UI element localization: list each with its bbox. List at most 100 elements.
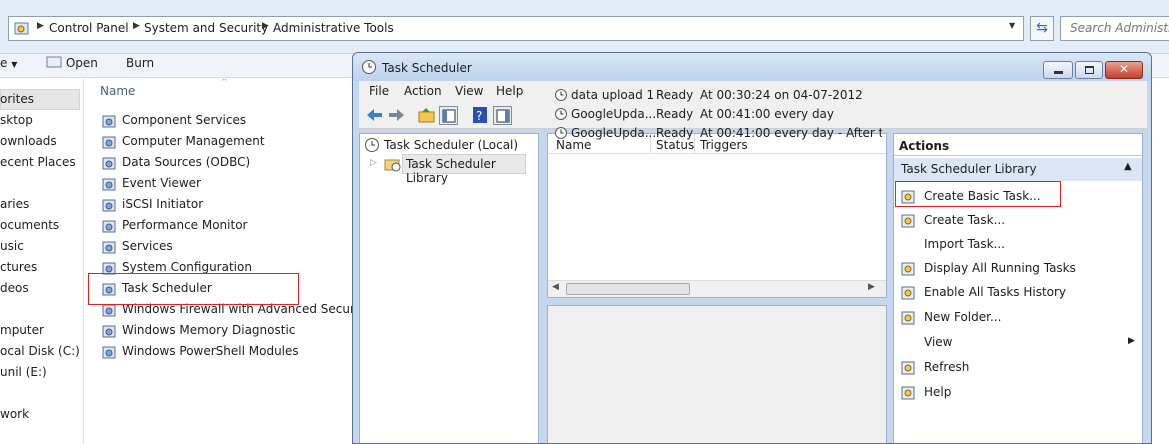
forward-arrow-icon[interactable] bbox=[387, 106, 406, 125]
address-dropdown-icon[interactable]: ▼ bbox=[1009, 21, 1015, 30]
folder-icon bbox=[901, 311, 915, 325]
help-toolbar-icon[interactable]: ? bbox=[471, 106, 490, 125]
task-trigger: At 00:30:24 on 04-07-2012 bbox=[700, 88, 863, 102]
window-title: Task Scheduler bbox=[382, 61, 472, 75]
task-status: Ready bbox=[656, 107, 694, 121]
scroll-left-icon[interactable]: ◀ bbox=[552, 282, 559, 292]
nav-item-desktop[interactable]: sktop bbox=[0, 113, 33, 127]
nav-item-drive-e[interactable]: unil (E:) bbox=[0, 365, 47, 379]
task-row[interactable]: GoogleUpda... Ready At 00:41:00 every day … bbox=[548, 124, 886, 143]
highlight-box-create-basic-task bbox=[895, 181, 1061, 207]
nav-item-downloads[interactable]: ownloads bbox=[0, 134, 57, 148]
svg-text:?: ? bbox=[476, 109, 482, 123]
tree-root-task-scheduler-local[interactable]: Task Scheduler (Local) bbox=[384, 138, 518, 152]
refresh-button[interactable]: ⇆ bbox=[1030, 16, 1054, 41]
nav-item-favorites[interactable]: orites bbox=[0, 92, 34, 106]
scroll-right-icon[interactable]: ▶ bbox=[868, 282, 875, 292]
nav-item-network[interactable]: work bbox=[0, 407, 29, 421]
firewall-icon bbox=[102, 304, 116, 317]
actions-title: Actions bbox=[899, 139, 950, 153]
column-header-name[interactable]: Name bbox=[100, 84, 135, 98]
back-arrow-icon[interactable] bbox=[365, 106, 384, 125]
nav-item-videos[interactable]: deos bbox=[0, 281, 29, 295]
organize-button[interactable]: e ▼ bbox=[0, 56, 17, 70]
collapse-arrow-icon[interactable]: ▲ bbox=[1124, 161, 1132, 172]
console-tree: Task Scheduler (Local) ▷ Task Scheduler … bbox=[359, 133, 539, 443]
nav-item-computer[interactable]: mputer bbox=[0, 323, 44, 337]
file-item-label: Windows Memory Diagnostic bbox=[122, 323, 296, 337]
minimize-button[interactable] bbox=[1043, 61, 1073, 79]
title-bar[interactable]: Task Scheduler ✕ bbox=[353, 53, 1151, 81]
minimize-icon bbox=[1054, 71, 1063, 74]
performance-monitor-icon bbox=[102, 220, 116, 233]
services-icon bbox=[102, 241, 116, 254]
action-item-label: Refresh bbox=[924, 360, 970, 374]
actions-pane: Actions Task Scheduler Library ▲ Create … bbox=[893, 133, 1143, 443]
action-item-label: Display All Running Tasks bbox=[924, 261, 1076, 275]
actions-header: Actions bbox=[894, 134, 1142, 156]
navigation-pane: orites sktop ownloads ecent Places aries… bbox=[0, 79, 84, 444]
close-button[interactable]: ✕ bbox=[1105, 61, 1143, 79]
menu-action[interactable]: Action bbox=[404, 84, 442, 98]
nav-item-libraries[interactable]: aries bbox=[0, 197, 29, 211]
action-item[interactable]: Display All Running Tasks bbox=[900, 258, 1140, 280]
breadcrumb-arrow-icon[interactable]: ▶ bbox=[133, 21, 140, 31]
open-button[interactable]: Open bbox=[46, 56, 98, 70]
nav-item-local-disk[interactable]: ocal Disk (C:) bbox=[0, 344, 80, 358]
burn-button[interactable]: Burn bbox=[126, 56, 154, 70]
maximize-button[interactable] bbox=[1075, 61, 1103, 79]
action-item-label: Create Task... bbox=[924, 213, 1006, 227]
action-item[interactable]: New Folder... bbox=[900, 307, 1140, 329]
action-item[interactable]: Help bbox=[900, 382, 1140, 404]
file-item-label: Computer Management bbox=[122, 134, 265, 148]
breadcrumb-arrow-icon[interactable]: ▶ bbox=[37, 21, 44, 31]
task-status: Ready bbox=[656, 88, 694, 102]
task-name: GoogleUpda... bbox=[571, 107, 657, 121]
search-input[interactable]: Search Administrative Tools bbox=[1060, 16, 1169, 41]
action-item[interactable]: Import Task... bbox=[900, 234, 1140, 256]
breadcrumb-control-panel[interactable]: Control Panel bbox=[49, 21, 129, 35]
open-label: Open bbox=[65, 56, 98, 70]
task-details-pane bbox=[547, 305, 887, 443]
task-trigger: At 00:41:00 every day bbox=[700, 107, 835, 121]
task-row[interactable]: data upload 1 Ready At 00:30:24 on 04-07-2… bbox=[548, 86, 886, 105]
component-services-icon bbox=[102, 115, 116, 128]
nav-item-documents[interactable]: ocuments bbox=[0, 218, 59, 232]
clock-icon bbox=[365, 138, 379, 152]
show-hide-action-pane-icon[interactable] bbox=[493, 106, 512, 125]
task-status: Ready bbox=[656, 126, 694, 140]
iscsi-icon bbox=[102, 199, 116, 212]
action-item[interactable]: Enable All Tasks History bbox=[900, 282, 1140, 304]
breadcrumb-admin-tools[interactable]: Administrative Tools bbox=[273, 21, 394, 35]
nav-item-music[interactable]: usic bbox=[0, 239, 24, 253]
menu-help[interactable]: Help bbox=[496, 84, 523, 98]
breadcrumb-system-security[interactable]: System and Security bbox=[144, 21, 268, 35]
action-item[interactable]: Create Task... bbox=[900, 210, 1140, 232]
horizontal-scrollbar[interactable]: ◀ ▶ bbox=[548, 280, 886, 297]
address-field[interactable]: ▶ Control Panel ▶ System and Security ▶ … bbox=[8, 16, 1024, 41]
show-hide-tree-icon[interactable] bbox=[439, 106, 458, 125]
menu-view[interactable]: View bbox=[455, 84, 483, 98]
submenu-arrow-icon: ▶ bbox=[1128, 336, 1135, 346]
action-item[interactable]: Refresh bbox=[900, 357, 1140, 379]
nav-item-pictures[interactable]: ctures bbox=[0, 260, 37, 274]
task-name: GoogleUpda... bbox=[571, 126, 657, 140]
task-trigger: At 00:41:00 every day - After trigge bbox=[700, 126, 882, 140]
task-scheduler-window: Task Scheduler ✕ File Action View Help ?… bbox=[352, 52, 1152, 444]
close-icon: ✕ bbox=[1119, 62, 1130, 76]
nav-item-recent-places[interactable]: ecent Places bbox=[0, 155, 76, 169]
tree-item-task-scheduler-library[interactable]: Task Scheduler Library bbox=[406, 157, 538, 185]
scrollbar-thumb[interactable] bbox=[566, 283, 690, 295]
actions-section-header[interactable]: Task Scheduler Library ▲ bbox=[894, 158, 1142, 181]
computer-management-icon bbox=[102, 136, 116, 149]
up-folder-icon[interactable] bbox=[417, 106, 436, 125]
help-icon bbox=[901, 386, 915, 400]
expand-arrow-icon[interactable]: ▷ bbox=[370, 158, 377, 168]
menu-file[interactable]: File bbox=[369, 84, 389, 98]
data-sources-icon bbox=[102, 157, 116, 170]
task-row[interactable]: GoogleUpda... Ready At 00:41:00 every day bbox=[548, 105, 886, 124]
running-tasks-icon bbox=[901, 262, 915, 276]
breadcrumb-arrow-icon[interactable]: ▶ bbox=[262, 21, 269, 31]
action-item[interactable]: View ▶ bbox=[900, 332, 1140, 354]
file-item-label: Performance Monitor bbox=[122, 218, 248, 232]
